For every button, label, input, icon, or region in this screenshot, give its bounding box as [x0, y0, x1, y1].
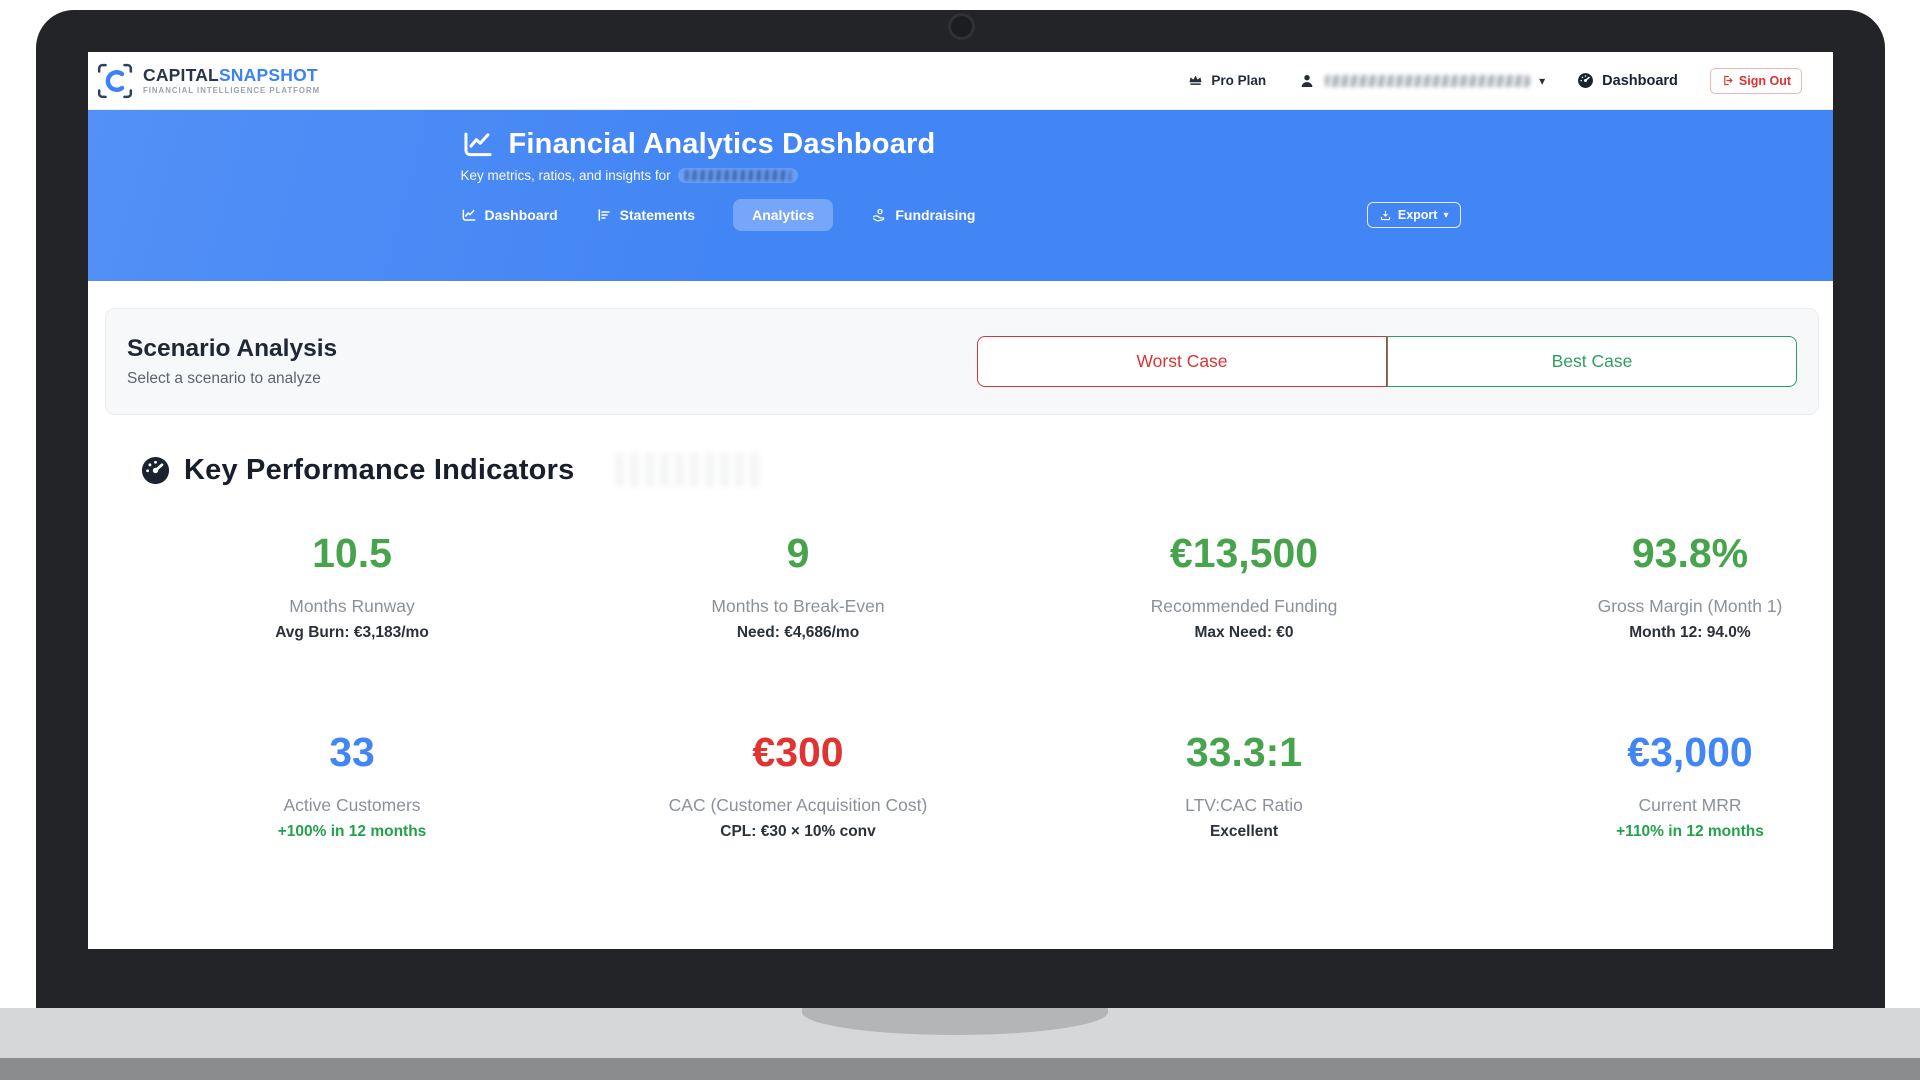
- kpi-value: 93.8%: [1467, 531, 1833, 576]
- kpi-value: €13,500: [1021, 531, 1467, 576]
- sign-out-label: Sign Out: [1739, 74, 1791, 88]
- page-subtitle: Key metrics, ratios, and insights for: [461, 168, 1461, 183]
- kpi-subtext: Month 12: 94.0%: [1467, 624, 1833, 642]
- kpi-card-recommended-funding: €13,500 Recommended Funding Max Need: €0: [1021, 531, 1467, 642]
- kpi-value: 33.3:1: [1021, 730, 1467, 775]
- sign-out-icon: [1721, 74, 1734, 87]
- chevron-down-icon: ▾: [1443, 210, 1448, 221]
- laptop-camera: [948, 13, 975, 40]
- logo-title: CAPITALSNAPSHOT: [143, 66, 320, 84]
- user-icon: [1298, 72, 1316, 90]
- kpi-card-current-mrr: €3,000 Current MRR +110% in 12 months: [1467, 730, 1833, 841]
- hero-banner: Financial Analytics Dashboard Key metric…: [88, 110, 1833, 281]
- kpi-card-active-customers: 33 Active Customers +100% in 12 months: [129, 730, 575, 841]
- worst-case-button[interactable]: Worst Case: [977, 336, 1387, 387]
- logo-tagline: FINANCIAL INTELLIGENCE PLATFORM: [143, 86, 320, 95]
- tab-statements[interactable]: Statements: [596, 199, 695, 231]
- blurred-watermark: [615, 453, 765, 487]
- tab-analytics[interactable]: Analytics: [733, 199, 833, 231]
- dashboard-link[interactable]: Dashboard: [1577, 72, 1678, 89]
- page-title: Financial Analytics Dashboard: [509, 128, 936, 161]
- kpi-label: Current MRR: [1467, 795, 1833, 816]
- account-menu[interactable]: ▾: [1298, 72, 1545, 90]
- kpi-card-gross-margin: 93.8% Gross Margin (Month 1) Month 12: 9…: [1467, 531, 1833, 642]
- kpi-value: €300: [575, 730, 1021, 775]
- kpi-subtext: Max Need: €0: [1021, 624, 1467, 642]
- laptop-lid: CAPITALSNAPSHOT FINANCIAL INTELLIGENCE P…: [36, 10, 1885, 1010]
- fundraising-icon: [871, 207, 887, 223]
- kpi-label: CAC (Customer Acquisition Cost): [575, 795, 1021, 816]
- dashboard-link-label: Dashboard: [1602, 73, 1678, 89]
- tab-label: Analytics: [752, 207, 814, 223]
- logo-title-capital: CAPITAL: [143, 65, 219, 85]
- tab-dashboard[interactable]: Dashboard: [461, 199, 558, 231]
- kpi-value: €3,000: [1467, 730, 1833, 775]
- app-screen: CAPITALSNAPSHOT FINANCIAL INTELLIGENCE P…: [88, 52, 1833, 949]
- scenario-analysis-card: Scenario Analysis Select a scenario to a…: [105, 308, 1819, 415]
- export-label: Export: [1398, 208, 1438, 222]
- logo: CAPITALSNAPSHOT FINANCIAL INTELLIGENCE P…: [96, 62, 320, 100]
- sign-out-button[interactable]: Sign Out: [1710, 68, 1802, 94]
- line-chart-icon: [461, 127, 495, 161]
- kpi-subtext: Excellent: [1021, 823, 1467, 841]
- tab-fundraising[interactable]: Fundraising: [871, 199, 975, 231]
- gauge-icon: [140, 455, 171, 486]
- tab-label: Statements: [620, 207, 695, 223]
- kpi-label: Months to Break-Even: [575, 596, 1021, 617]
- export-button[interactable]: Export ▾: [1367, 202, 1461, 228]
- laptop-base-front: [0, 1058, 1920, 1080]
- laptop-base: [0, 1008, 1920, 1058]
- kpi-label: Recommended Funding: [1021, 596, 1467, 617]
- page-subtitle-text: Key metrics, ratios, and insights for: [461, 168, 671, 183]
- tab-label: Dashboard: [485, 207, 558, 223]
- kpi-section-header: Key Performance Indicators: [140, 453, 1833, 487]
- kpi-label: LTV:CAC Ratio: [1021, 795, 1467, 816]
- topbar: CAPITALSNAPSHOT FINANCIAL INTELLIGENCE P…: [88, 52, 1833, 110]
- gauge-icon: [1577, 72, 1594, 89]
- kpi-subtext: Need: €4,686/mo: [575, 624, 1021, 642]
- kpi-label: Active Customers: [129, 795, 575, 816]
- chevron-down-icon: ▾: [1539, 74, 1545, 88]
- statements-icon: [596, 207, 612, 223]
- kpi-subtext: CPL: €30 × 10% conv: [575, 823, 1021, 841]
- scenario-toggle-group: Worst Case Base Case Best Case: [977, 336, 1797, 387]
- kpi-grid: 10.5 Months Runway Avg Burn: €3,183/mo 9…: [129, 531, 1833, 841]
- kpi-card-months-runway: 10.5 Months Runway Avg Burn: €3,183/mo: [129, 531, 575, 642]
- main-content: Scenario Analysis Select a scenario to a…: [88, 308, 1833, 841]
- kpi-label: Gross Margin (Month 1): [1467, 596, 1833, 617]
- line-chart-icon: [461, 207, 477, 223]
- kpi-value: 33: [129, 730, 575, 775]
- plan-badge: Pro Plan: [1187, 72, 1266, 89]
- kpi-card-cac: €300 CAC (Customer Acquisition Cost) CPL…: [575, 730, 1021, 841]
- scenario-subtitle: Select a scenario to analyze: [127, 370, 337, 389]
- kpi-value: 9: [575, 531, 1021, 576]
- kpi-section-title: Key Performance Indicators: [184, 454, 574, 487]
- kpi-value: 10.5: [129, 531, 575, 576]
- kpi-card-ltv-cac: 33.3:1 LTV:CAC Ratio Excellent: [1021, 730, 1467, 841]
- laptop-mockup: CAPITALSNAPSHOT FINANCIAL INTELLIGENCE P…: [0, 0, 1920, 1080]
- hero-nav: Dashboard Statements Analytics: [461, 199, 1461, 231]
- scenario-title: Scenario Analysis: [127, 334, 337, 363]
- kpi-subtext: +100% in 12 months: [129, 823, 575, 841]
- kpi-subtext: +110% in 12 months: [1467, 823, 1833, 841]
- company-name-redacted: [678, 168, 798, 183]
- tab-label: Fundraising: [895, 207, 975, 223]
- plan-label: Pro Plan: [1211, 73, 1266, 88]
- kpi-card-break-even: 9 Months to Break-Even Need: €4,686/mo: [575, 531, 1021, 642]
- download-icon: [1379, 209, 1392, 222]
- best-case-button[interactable]: Best Case: [1387, 336, 1797, 387]
- user-email-redacted: [1325, 75, 1530, 87]
- logo-mark-icon: [96, 62, 134, 100]
- crown-icon: [1187, 72, 1204, 89]
- kpi-label: Months Runway: [129, 596, 575, 617]
- laptop-base-notch: [802, 1008, 1108, 1035]
- kpi-subtext: Avg Burn: €3,183/mo: [129, 624, 575, 642]
- logo-title-snapshot: SNAPSHOT: [219, 65, 318, 85]
